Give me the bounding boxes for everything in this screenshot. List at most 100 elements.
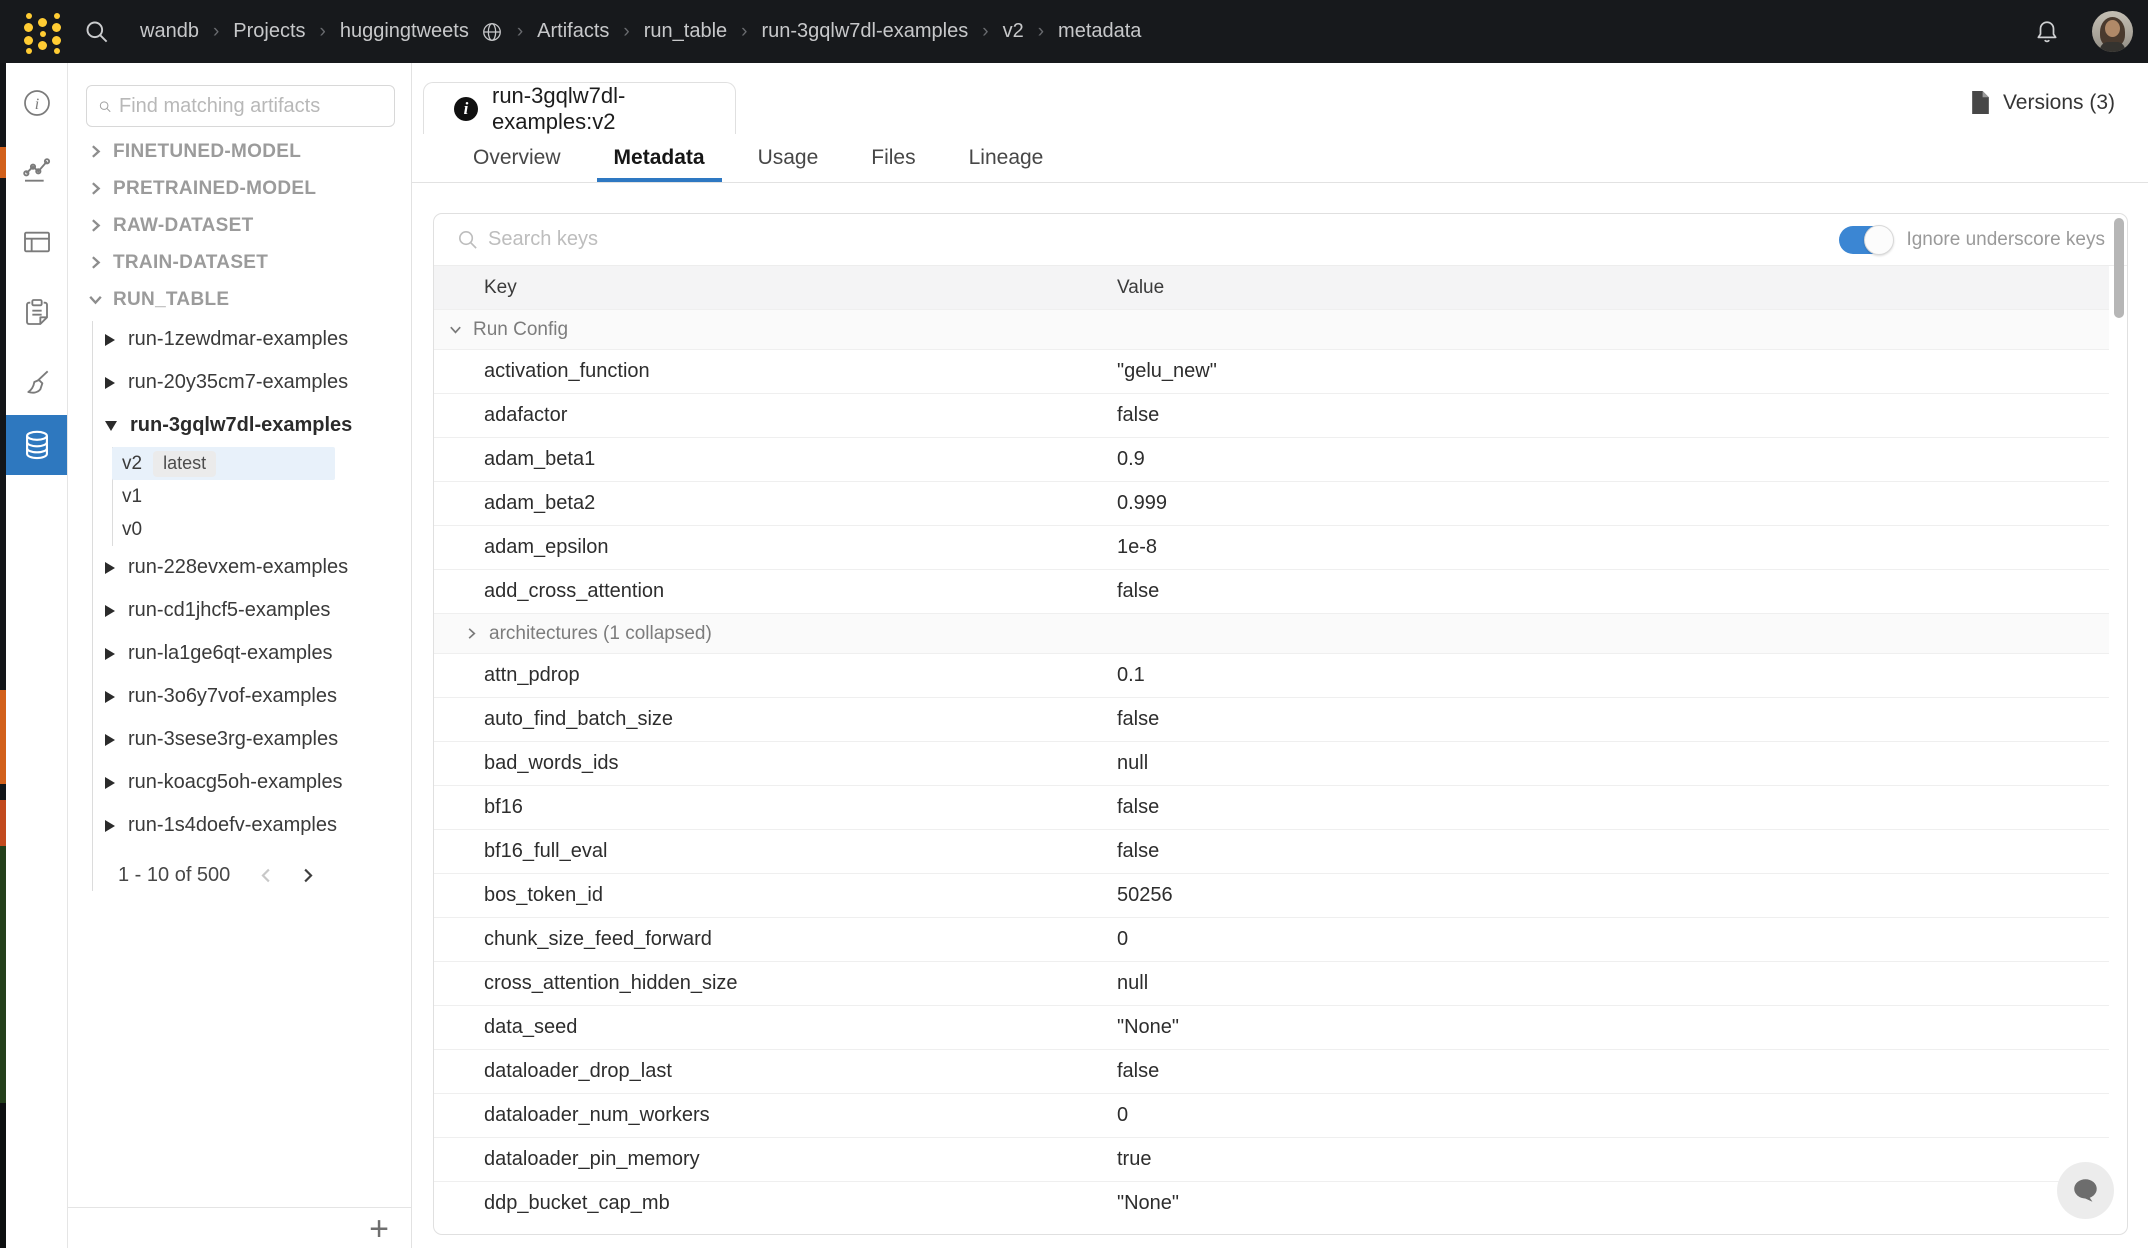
- pagination-next-icon[interactable]: [298, 866, 317, 885]
- tab-overview[interactable]: Overview: [456, 133, 578, 182]
- category-label: TRAIN-DATASET: [113, 252, 268, 274]
- sidebar-run-run-3sese3rg-examples[interactable]: run-3sese3rg-examples: [68, 718, 411, 761]
- sidebar-run-run-20y35cm7-examples[interactable]: run-20y35cm7-examples: [68, 361, 411, 404]
- metadata-row: bos_token_id 50256: [434, 873, 2109, 917]
- sidebar-run-run-koacg5oh-examples[interactable]: run-koacg5oh-examples: [68, 761, 411, 804]
- breadcrumb-item[interactable]: metadata: [1058, 20, 1141, 43]
- versions-button[interactable]: Versions (3): [1970, 90, 2115, 115]
- latest-tag: latest: [153, 451, 216, 477]
- card-scrollbar-thumb[interactable]: [2114, 218, 2124, 318]
- artifact-sidebar: FINETUNED-MODEL PRETRAINED-MODEL RAW-DATAS…: [68, 63, 412, 1248]
- metadata-row: auto_find_batch_sizefalse: [434, 697, 2109, 741]
- add-artifact-button[interactable]: +: [359, 1209, 399, 1249]
- chat-bubble-icon: [2071, 1177, 2101, 1205]
- version-label: v2: [122, 453, 142, 475]
- run-label: run-1s4doefv-examples: [128, 814, 337, 837]
- triangle-right-icon: [105, 734, 115, 746]
- breadcrumb-item[interactable]: huggingtweets: [340, 20, 469, 43]
- notifications-bell-icon[interactable]: [2034, 19, 2060, 45]
- metadata-key: cross_attention_hidden_size: [434, 972, 738, 995]
- chevron-down-icon: [87, 291, 104, 308]
- version-item-v2[interactable]: v2 latest: [112, 447, 335, 480]
- sidebar-category-run_table[interactable]: RUN_TABLE: [68, 281, 411, 318]
- sidebar-category-raw-dataset[interactable]: RAW-DATASET: [68, 207, 411, 244]
- sidebar-run-run-3o6y7vof-examples[interactable]: run-3o6y7vof-examples: [68, 675, 411, 718]
- sidebar-category-pretrained-model[interactable]: PRETRAINED-MODEL: [68, 170, 411, 207]
- metadata-value: null: [1117, 752, 1148, 775]
- metadata-row: bad_words_idsnull: [434, 741, 2109, 785]
- info-icon[interactable]: i: [6, 73, 67, 133]
- tab-metadata[interactable]: Metadata: [597, 133, 722, 182]
- metadata-key: bos_token_id: [434, 884, 603, 907]
- sidebar-category-train-dataset[interactable]: TRAIN-DATASET: [68, 244, 411, 281]
- artifact-pagination: 1 - 10 of 500: [118, 855, 317, 895]
- chevron-right-icon: [87, 217, 104, 234]
- tab-files[interactable]: Files: [854, 133, 932, 182]
- metadata-group-row[interactable]: architectures (1 collapsed): [434, 613, 2109, 653]
- breadcrumb-item[interactable]: run_table: [644, 20, 727, 43]
- artifact-version-tab[interactable]: i run-3gqlw7dl-examples:v2: [423, 82, 736, 134]
- reports-icon[interactable]: [6, 282, 67, 342]
- run-label: run-3o6y7vof-examples: [128, 685, 337, 708]
- run-label: run-20y35cm7-examples: [128, 371, 348, 394]
- metadata-row: ddp_bucket_cap_mb"None": [434, 1181, 2109, 1225]
- sidebar-run-run-la1ge6qt-examples[interactable]: run-la1ge6qt-examples: [68, 632, 411, 675]
- metadata-group-row[interactable]: Run Config: [434, 309, 2109, 349]
- triangle-right-icon: [105, 648, 115, 660]
- category-label: RAW-DATASET: [113, 215, 253, 237]
- sidebar-category-finetuned-model[interactable]: FINETUNED-MODEL: [68, 133, 411, 170]
- breadcrumb-separator: ›: [517, 21, 523, 43]
- metadata-value: true: [1117, 1148, 1151, 1171]
- metadata-row: chunk_size_feed_forward0: [434, 917, 2109, 961]
- breadcrumb-item[interactable]: Projects: [233, 20, 305, 43]
- metadata-value: 0.1: [1117, 664, 1145, 687]
- breadcrumb-separator: ›: [213, 21, 219, 43]
- metadata-content: Ignore underscore keys Key Value Run Con…: [412, 183, 2148, 1248]
- breadcrumb-item[interactable]: v2: [1003, 20, 1024, 43]
- sidebar-run-run-1zewdmar-examples[interactable]: run-1zewdmar-examples: [68, 318, 411, 361]
- version-item-v0[interactable]: v0: [68, 513, 411, 546]
- support-chat-button[interactable]: [2057, 1162, 2114, 1219]
- ignore-underscore-toggle[interactable]: [1839, 226, 1892, 254]
- metadata-row: add_cross_attentionfalse: [434, 569, 2109, 613]
- version-item-v1[interactable]: v1: [68, 480, 411, 513]
- metadata-row: adam_beta20.999: [434, 481, 2109, 525]
- triangle-right-icon: [105, 377, 115, 389]
- table-icon[interactable]: [6, 212, 67, 272]
- metadata-key: auto_find_batch_size: [434, 708, 673, 731]
- sidebar-run-run-3gqlw7dl-examples[interactable]: run-3gqlw7dl-examples: [68, 404, 411, 447]
- pagination-prev-icon[interactable]: [257, 866, 276, 885]
- navbar-right: [2034, 11, 2133, 52]
- metadata-row: dataloader_drop_lastfalse: [434, 1049, 2109, 1093]
- sweeps-icon[interactable]: [6, 352, 67, 412]
- breadcrumb-item[interactable]: run-3gqlw7dl-examples: [761, 20, 968, 43]
- version-label: v1: [122, 486, 142, 508]
- artifacts-icon[interactable]: [6, 415, 67, 475]
- sidebar-run-run-1s4doefv-examples[interactable]: run-1s4doefv-examples: [68, 804, 411, 847]
- breadcrumb-item[interactable]: wandb: [140, 20, 199, 43]
- charts-icon[interactable]: [6, 140, 67, 200]
- metadata-key: adam_beta1: [434, 448, 595, 471]
- metadata-search-row: Ignore underscore keys: [434, 214, 2127, 266]
- breadcrumb-item[interactable]: Artifacts: [537, 20, 609, 43]
- artifact-search-input[interactable]: [119, 95, 384, 118]
- ignore-underscore-label: Ignore underscore keys: [1906, 229, 2105, 251]
- user-avatar[interactable]: [2092, 11, 2133, 52]
- metadata-search-input[interactable]: [488, 228, 1839, 251]
- metadata-value: "gelu_new": [1117, 360, 1217, 383]
- run-label: run-la1ge6qt-examples: [128, 642, 333, 665]
- tab-usage[interactable]: Usage: [741, 133, 836, 182]
- group-label: Run Config: [473, 319, 568, 341]
- metadata-value: 0.9: [1117, 448, 1145, 471]
- metadata-key: dataloader_pin_memory: [434, 1148, 700, 1171]
- sidebar-run-run-cd1jhcf5-examples[interactable]: run-cd1jhcf5-examples: [68, 589, 411, 632]
- metadata-row: activation_function"gelu_new": [434, 349, 2109, 393]
- metadata-value: 50256: [1117, 884, 1173, 907]
- nav-search-icon[interactable]: [83, 18, 110, 45]
- tab-lineage[interactable]: Lineage: [952, 133, 1061, 182]
- metadata-key: dataloader_num_workers: [434, 1104, 710, 1127]
- sidebar-run-run-228evxem-examples[interactable]: run-228evxem-examples: [68, 546, 411, 589]
- triangle-down-icon: [105, 421, 117, 431]
- category-label: PRETRAINED-MODEL: [113, 178, 316, 200]
- wandb-logo-icon[interactable]: [13, 0, 63, 63]
